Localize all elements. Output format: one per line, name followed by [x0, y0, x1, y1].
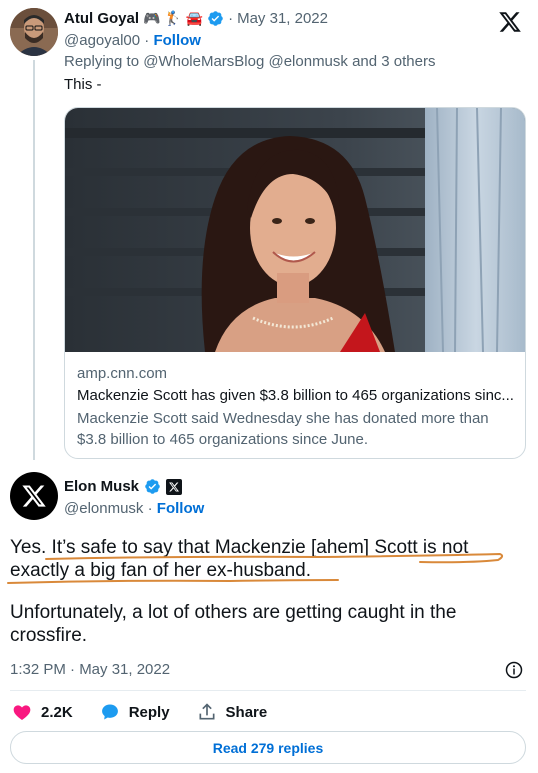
x-logo-icon[interactable]: [498, 10, 522, 34]
tweet-paragraph-2: Unfortunately, a lot of others are getti…: [10, 602, 457, 646]
card-meta: amp.cnn.com Mackenzie Scott has given $3…: [77, 365, 513, 450]
share-label: Share: [225, 703, 268, 721]
verified-badge-icon: [145, 479, 160, 494]
main-tweet-text: Yes. It’s safe to say that Mackenzie [ah…: [10, 536, 530, 647]
replying-to: Replying to @WholeMarsBlog @elonmusk and…: [64, 53, 436, 70]
follow-button[interactable]: Follow: [157, 500, 205, 517]
divider: [10, 690, 526, 691]
like-count: 2.2K: [41, 703, 73, 721]
name-emojis: 🎮 🏌 🚘: [143, 10, 204, 26]
author-name[interactable]: Elon Musk: [64, 478, 139, 495]
affiliate-x-badge-icon: [166, 478, 183, 495]
article-photo: [65, 108, 525, 352]
reply-author-header: Atul Goyal 🎮 🏌 🚘 · May 31, 2022: [64, 10, 328, 27]
main-author-header: Elon Musk: [64, 478, 183, 495]
tweet-timestamp[interactable]: 1:32 PM · May 31, 2022: [10, 661, 170, 678]
main-handle-row: @elonmusk · Follow: [64, 500, 204, 517]
reply-label: Reply: [128, 703, 170, 721]
link-preview-card[interactable]: amp.cnn.com Mackenzie Scott has given $3…: [64, 107, 526, 459]
verified-badge-icon: [208, 11, 223, 26]
reply-tweet-text: This -: [64, 76, 102, 93]
handle-separator: ·: [147, 500, 157, 517]
heart-icon: [13, 705, 31, 720]
tweet-date[interactable]: May 31, 2022: [237, 10, 328, 27]
card-description: Mackenzie Scott said Wednesday she has d…: [77, 410, 489, 448]
card-domain: amp.cnn.com: [77, 365, 168, 382]
reply-button[interactable]: Reply: [100, 702, 170, 722]
author-name[interactable]: Atul Goyal: [64, 10, 139, 27]
card-title: Mackenzie Scott has given $3.8 billion t…: [77, 387, 513, 404]
reply-handle-row: @agoyal00 · Follow: [64, 32, 201, 49]
share-button[interactable]: Share: [197, 702, 268, 722]
author-handle[interactable]: @elonmusk: [64, 500, 143, 517]
share-icon: [199, 703, 215, 720]
read-replies-button[interactable]: Read 279 replies: [10, 731, 526, 764]
follow-button[interactable]: Follow: [153, 32, 201, 49]
author-avatar[interactable]: [10, 8, 58, 56]
tweet-paragraph-1: Yes. It’s safe to say that Mackenzie [ah…: [10, 537, 469, 581]
info-icon[interactable]: [505, 661, 523, 679]
like-button[interactable]: 2.2K: [12, 702, 73, 722]
reply-bubble-icon: [101, 704, 118, 720]
action-bar: 2.2K Reply Share: [12, 702, 294, 722]
author-avatar[interactable]: [10, 472, 58, 520]
x-avatar-icon: [22, 485, 46, 507]
tweet-date-separator: ·: [228, 10, 234, 27]
author-handle[interactable]: @agoyal00: [64, 32, 140, 49]
thread-connector: [33, 60, 35, 460]
